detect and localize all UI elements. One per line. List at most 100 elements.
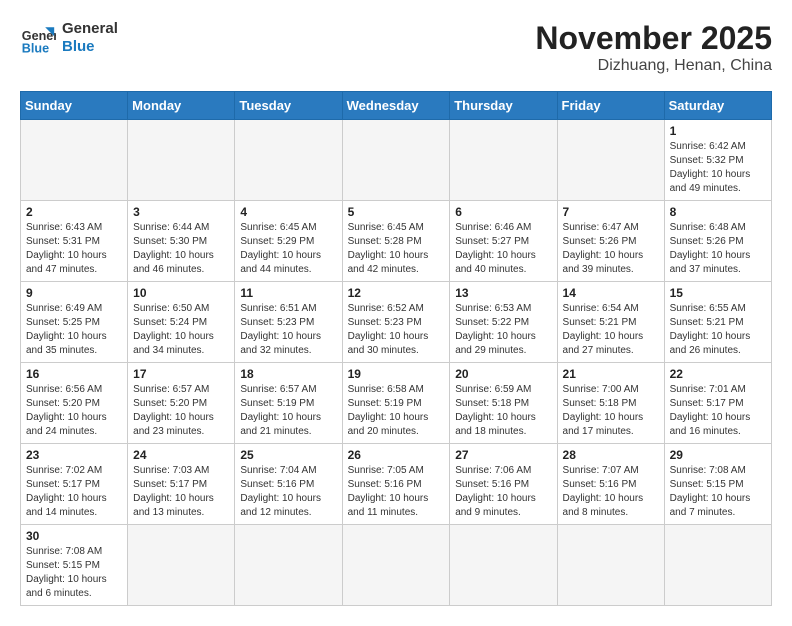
day-number: 6: [455, 205, 551, 219]
logo-icon: General Blue: [20, 20, 56, 56]
calendar-cell: 9Sunrise: 6:49 AM Sunset: 5:25 PM Daylig…: [21, 282, 128, 363]
calendar-cell: [450, 525, 557, 606]
calendar-cell: 17Sunrise: 6:57 AM Sunset: 5:20 PM Dayli…: [128, 363, 235, 444]
calendar-cell: 21 Sunrise: 7:00 AM Sunset: 5:18 PM Dayli…: [557, 363, 664, 444]
day-number: 8: [670, 205, 766, 219]
weekday-header-saturday: Saturday: [664, 92, 771, 120]
calendar-cell: 11Sunrise: 6:51 AM Sunset: 5:23 PM Dayli…: [235, 282, 342, 363]
day-number: 29: [670, 448, 766, 462]
calendar-cell: 29Sunrise: 7:08 AM Sunset: 5:15 PM Dayli…: [664, 444, 771, 525]
day-number: 27: [455, 448, 551, 462]
calendar-cell: 4 Sunrise: 6:45 AM Sunset: 5:29 PM Daylig…: [235, 201, 342, 282]
day-info: Sunrise: 6:50 AM Sunset: 5:24 PM Dayligh…: [133, 302, 229, 358]
day-info: Sunrise: 6:46 AM Sunset: 5:27 PM Dayligh…: [455, 221, 551, 277]
weekday-header-row: SundayMondayTuesdayWednesdayThursdayFrid…: [21, 92, 772, 120]
title-block: November 2025 Dizhuang, Henan, China: [535, 20, 772, 75]
day-info: Sunrise: 6:43 AM Sunset: 5:31 PM Dayligh…: [26, 221, 122, 277]
day-number: 10: [133, 286, 229, 300]
day-info: Sunrise: 6:59 AM Sunset: 5:18 PM Dayligh…: [455, 383, 551, 439]
calendar-cell: 8 Sunrise: 6:48 AM Sunset: 5:26 PM Daylig…: [664, 201, 771, 282]
calendar-cell: [450, 120, 557, 201]
day-number: 11: [240, 286, 336, 300]
calendar-cell: 19 Sunrise: 6:58 AM Sunset: 5:19 PM Dayli…: [342, 363, 450, 444]
calendar-cell: 5Sunrise: 6:45 AM Sunset: 5:28 PM Daylig…: [342, 201, 450, 282]
weekday-header-thursday: Thursday: [450, 92, 557, 120]
calendar-cell: 10 Sunrise: 6:50 AM Sunset: 5:24 PM Dayli…: [128, 282, 235, 363]
calendar-cell: 15 Sunrise: 6:55 AM Sunset: 5:21 PM Dayli…: [664, 282, 771, 363]
day-info: Sunrise: 7:04 AM Sunset: 5:16 PM Dayligh…: [240, 464, 336, 520]
calendar-cell: 27 Sunrise: 7:06 AM Sunset: 5:16 PM Dayli…: [450, 444, 557, 525]
day-info: Sunrise: 6:49 AM Sunset: 5:25 PM Dayligh…: [26, 302, 122, 358]
calendar-cell: 13 Sunrise: 6:53 AM Sunset: 5:22 PM Dayli…: [450, 282, 557, 363]
day-info: Sunrise: 6:45 AM Sunset: 5:29 PM Dayligh…: [240, 221, 336, 277]
calendar-cell: 18 Sunrise: 6:57 AM Sunset: 5:19 PM Dayli…: [235, 363, 342, 444]
calendar-cell: 6 Sunrise: 6:46 AM Sunset: 5:27 PM Daylig…: [450, 201, 557, 282]
logo: General Blue General Blue: [20, 20, 118, 56]
logo-general-text: General: [62, 20, 118, 38]
day-number: 20: [455, 367, 551, 381]
weekday-header-friday: Friday: [557, 92, 664, 120]
calendar-row-5: 30Sunrise: 7:08 AM Sunset: 5:15 PM Dayli…: [21, 525, 772, 606]
logo-blue-text: Blue: [62, 38, 118, 56]
calendar-row-4: 23Sunrise: 7:02 AM Sunset: 5:17 PM Dayli…: [21, 444, 772, 525]
day-number: 22: [670, 367, 766, 381]
day-info: Sunrise: 6:55 AM Sunset: 5:21 PM Dayligh…: [670, 302, 766, 358]
day-info: Sunrise: 7:01 AM Sunset: 5:17 PM Dayligh…: [670, 383, 766, 439]
day-info: Sunrise: 7:07 AM Sunset: 5:16 PM Dayligh…: [563, 464, 659, 520]
calendar-cell: 26 Sunrise: 7:05 AM Sunset: 5:16 PM Dayli…: [342, 444, 450, 525]
svg-text:Blue: Blue: [22, 41, 49, 55]
calendar-cell: [235, 120, 342, 201]
day-number: 4: [240, 205, 336, 219]
calendar-cell: 3 Sunrise: 6:44 AM Sunset: 5:30 PM Daylig…: [128, 201, 235, 282]
calendar-cell: 7Sunrise: 6:47 AM Sunset: 5:26 PM Daylig…: [557, 201, 664, 282]
day-number: 24: [133, 448, 229, 462]
day-info: Sunrise: 6:58 AM Sunset: 5:19 PM Dayligh…: [348, 383, 445, 439]
day-number: 3: [133, 205, 229, 219]
calendar-cell: 1Sunrise: 6:42 AM Sunset: 5:32 PM Daylig…: [664, 120, 771, 201]
day-info: Sunrise: 6:53 AM Sunset: 5:22 PM Dayligh…: [455, 302, 551, 358]
day-number: 2: [26, 205, 122, 219]
day-number: 15: [670, 286, 766, 300]
calendar-cell: 16 Sunrise: 6:56 AM Sunset: 5:20 PM Dayli…: [21, 363, 128, 444]
day-info: Sunrise: 7:08 AM Sunset: 5:15 PM Dayligh…: [26, 545, 122, 601]
day-info: Sunrise: 6:54 AM Sunset: 5:21 PM Dayligh…: [563, 302, 659, 358]
day-number: 12: [348, 286, 445, 300]
location: Dizhuang, Henan, China: [535, 57, 772, 75]
day-info: Sunrise: 6:44 AM Sunset: 5:30 PM Dayligh…: [133, 221, 229, 277]
day-info: Sunrise: 6:52 AM Sunset: 5:23 PM Dayligh…: [348, 302, 445, 358]
calendar-cell: 22 Sunrise: 7:01 AM Sunset: 5:17 PM Dayli…: [664, 363, 771, 444]
calendar-cell: 24 Sunrise: 7:03 AM Sunset: 5:17 PM Dayli…: [128, 444, 235, 525]
calendar-cell: [557, 120, 664, 201]
day-info: Sunrise: 6:56 AM Sunset: 5:20 PM Dayligh…: [26, 383, 122, 439]
day-info: Sunrise: 7:05 AM Sunset: 5:16 PM Dayligh…: [348, 464, 445, 520]
calendar-row-3: 16 Sunrise: 6:56 AM Sunset: 5:20 PM Dayli…: [21, 363, 772, 444]
calendar-row-1: 2 Sunrise: 6:43 AM Sunset: 5:31 PM Daylig…: [21, 201, 772, 282]
calendar-row-0: 1Sunrise: 6:42 AM Sunset: 5:32 PM Daylig…: [21, 120, 772, 201]
day-number: 16: [26, 367, 122, 381]
calendar-cell: [342, 120, 450, 201]
day-number: 26: [348, 448, 445, 462]
weekday-header-monday: Monday: [128, 92, 235, 120]
day-info: Sunrise: 7:03 AM Sunset: 5:17 PM Dayligh…: [133, 464, 229, 520]
day-info: Sunrise: 6:48 AM Sunset: 5:26 PM Dayligh…: [670, 221, 766, 277]
calendar-table: SundayMondayTuesdayWednesdayThursdayFrid…: [20, 91, 772, 606]
day-number: 28: [563, 448, 659, 462]
weekday-header-tuesday: Tuesday: [235, 92, 342, 120]
day-info: Sunrise: 6:57 AM Sunset: 5:19 PM Dayligh…: [240, 383, 336, 439]
day-info: Sunrise: 7:00 AM Sunset: 5:18 PM Dayligh…: [563, 383, 659, 439]
calendar-cell: 23Sunrise: 7:02 AM Sunset: 5:17 PM Dayli…: [21, 444, 128, 525]
day-number: 7: [563, 205, 659, 219]
day-number: 1: [670, 124, 766, 138]
calendar-cell: [664, 525, 771, 606]
day-info: Sunrise: 7:06 AM Sunset: 5:16 PM Dayligh…: [455, 464, 551, 520]
day-number: 13: [455, 286, 551, 300]
day-number: 25: [240, 448, 336, 462]
day-number: 5: [348, 205, 445, 219]
day-info: Sunrise: 6:57 AM Sunset: 5:20 PM Dayligh…: [133, 383, 229, 439]
day-number: 19: [348, 367, 445, 381]
calendar-cell: [557, 525, 664, 606]
day-number: 21: [563, 367, 659, 381]
day-number: 18: [240, 367, 336, 381]
calendar-cell: [21, 120, 128, 201]
calendar-cell: 12 Sunrise: 6:52 AM Sunset: 5:23 PM Dayli…: [342, 282, 450, 363]
